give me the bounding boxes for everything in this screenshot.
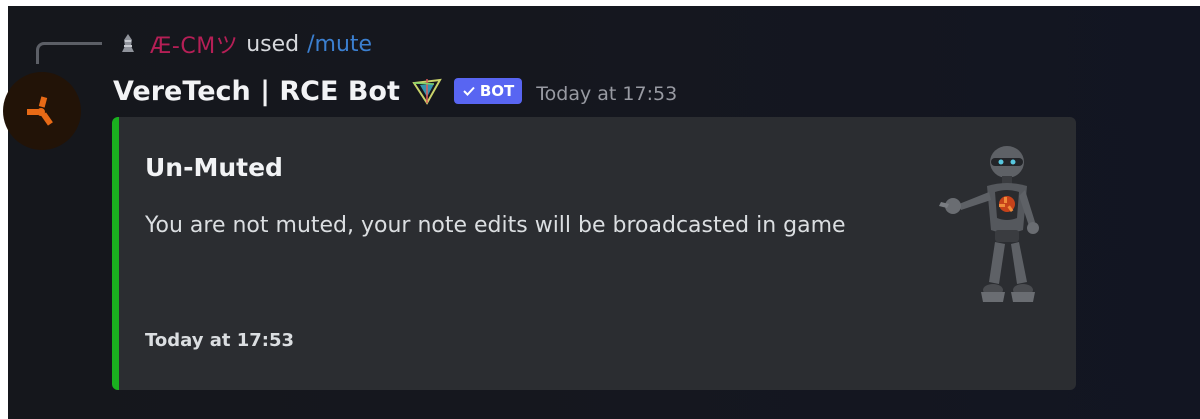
robot-thumbnail-icon[interactable] [919, 142, 1059, 312]
reply-used-text: used [246, 31, 300, 57]
embed-title: Un-Muted [145, 153, 283, 182]
window-frame-left [0, 0, 8, 419]
embed-description: You are not muted, your note edits will … [145, 213, 846, 238]
reply-username[interactable]: Æ-CMツ [150, 28, 238, 60]
bot-badge-label: BOT [479, 82, 515, 100]
embed-card: Un-Muted You are not muted, your note ed… [112, 117, 1076, 390]
bot-badge: BOT [453, 78, 523, 104]
message-timestamp[interactable]: Today at 17:53 [536, 83, 677, 105]
rust-logo-icon [27, 96, 53, 126]
message-header: VereTech | RCE Bot BOT Today at 17:53 [113, 73, 677, 109]
verified-check-icon [463, 86, 475, 96]
reply-connector [36, 42, 102, 64]
bot-avatar[interactable] [3, 72, 81, 150]
reply-command[interactable]: /mute [307, 32, 372, 57]
reply-context[interactable]: Æ-CMツ used /mute [114, 28, 372, 60]
reply-avatar-icon [114, 30, 142, 58]
embed-footer-timestamp: Today at 17:53 [145, 330, 295, 351]
window-frame-top [0, 0, 1200, 6]
crystal-icon [410, 74, 444, 108]
bot-username[interactable]: VereTech | RCE Bot [113, 76, 400, 107]
